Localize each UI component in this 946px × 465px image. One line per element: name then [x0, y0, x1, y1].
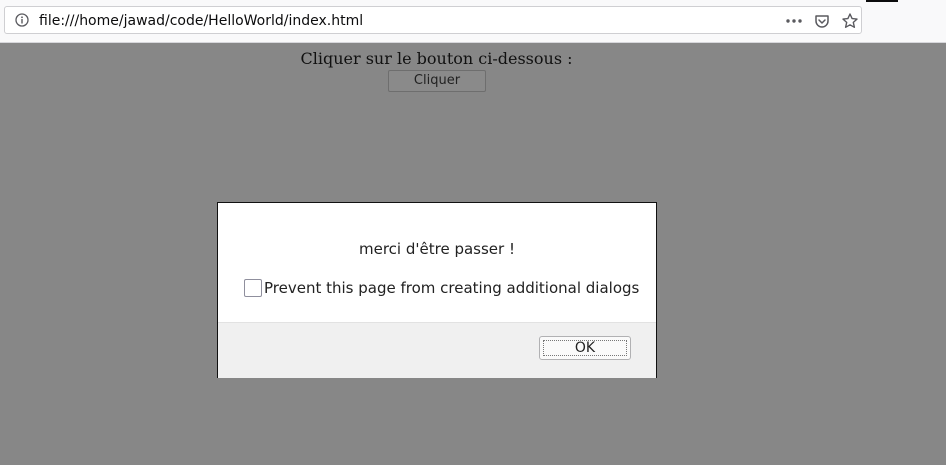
- pocket-icon[interactable]: [813, 12, 831, 30]
- prevent-dialogs-option[interactable]: Prevent this page from creating addition…: [244, 278, 639, 298]
- dialog-footer: OK: [218, 322, 656, 378]
- browser-toolbar: file:///home/jawad/code/HelloWorld/index…: [0, 0, 946, 43]
- url-text[interactable]: file:///home/jawad/code/HelloWorld/index…: [39, 13, 363, 29]
- star-icon[interactable]: [841, 12, 859, 30]
- alert-dialog: merci d'être passer ! Prevent this page …: [217, 202, 657, 378]
- ok-button[interactable]: OK: [539, 336, 631, 360]
- cliquer-button[interactable]: Cliquer: [388, 70, 486, 92]
- page-instruction: Cliquer sur le bouton ci-dessous :: [300, 49, 573, 68]
- toolbar-edge: [866, 0, 898, 2]
- prevent-dialogs-checkbox[interactable]: [244, 279, 262, 297]
- info-icon[interactable]: [15, 13, 29, 27]
- more-icon[interactable]: [785, 12, 803, 30]
- ok-button-label: OK: [543, 340, 627, 356]
- prevent-dialogs-label[interactable]: Prevent this page from creating addition…: [264, 279, 639, 297]
- dialog-message: merci d'être passer !: [359, 240, 515, 258]
- url-bar[interactable]: file:///home/jawad/code/HelloWorld/index…: [4, 6, 862, 34]
